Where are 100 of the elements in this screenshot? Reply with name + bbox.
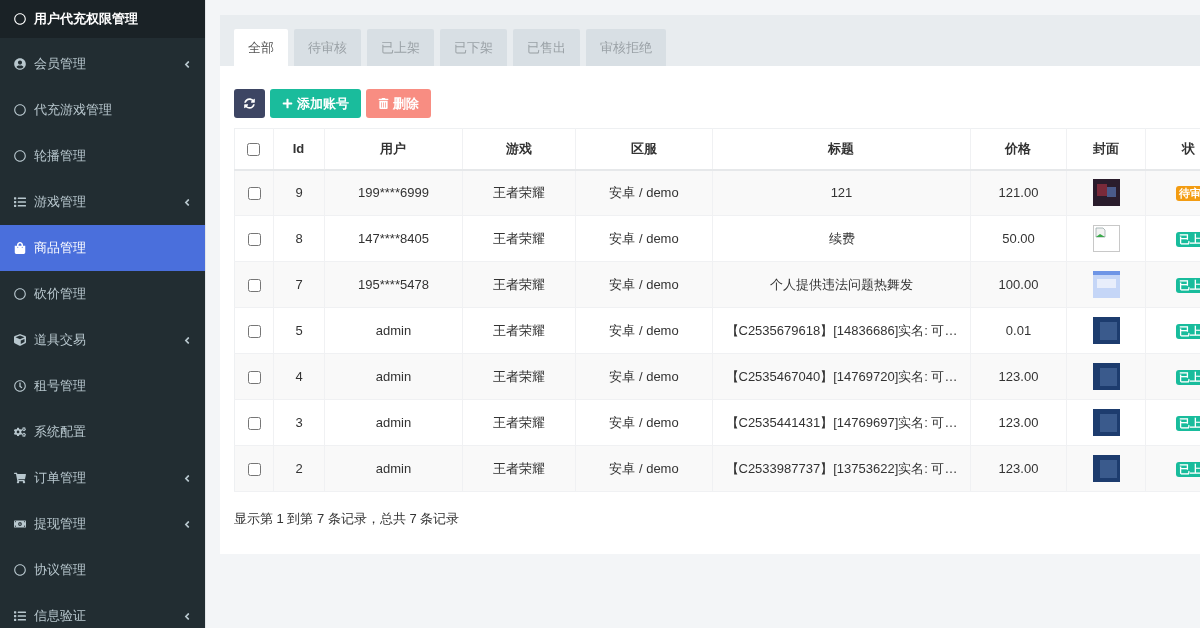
table-cell: 5 bbox=[273, 307, 325, 354]
tab[interactable]: 全部 bbox=[234, 29, 288, 66]
bag-icon bbox=[14, 242, 26, 254]
photo-placeholder bbox=[1092, 409, 1120, 436]
sidebar-item-label: 会员管理 bbox=[34, 55, 87, 73]
sidebar-item[interactable]: 道具交易 bbox=[0, 317, 205, 363]
table-cell: 123.00 bbox=[970, 445, 1067, 492]
table-cell: 王者荣耀 bbox=[462, 399, 576, 446]
table-cell: 安卓 / demo bbox=[575, 353, 713, 400]
table-cell: 199****6999 bbox=[324, 169, 463, 216]
sidebar-item-label: 信息验证 bbox=[34, 607, 87, 625]
table-cell: 安卓 / demo bbox=[575, 215, 713, 262]
table-cell: 100.00 bbox=[970, 261, 1067, 308]
refresh-button[interactable] bbox=[234, 89, 265, 118]
clock-icon bbox=[14, 380, 26, 392]
sidebar-item[interactable]: 游戏管理 bbox=[0, 179, 205, 225]
sidebar-item[interactable]: 轮播管理 bbox=[0, 133, 205, 179]
sidebar-item[interactable]: 系统配置 bbox=[0, 409, 205, 455]
column-header: 状 bbox=[1145, 128, 1200, 170]
row-checkbox[interactable] bbox=[247, 233, 261, 247]
sidebar-item[interactable]: 信息验证 bbox=[0, 593, 205, 628]
sidebar-item[interactable]: 协议管理 bbox=[0, 547, 205, 593]
sidebar-item-label: 订单管理 bbox=[34, 469, 87, 487]
sidebar-heading-label: 用户代充权限管理 bbox=[34, 10, 138, 28]
table-cell: 0.01 bbox=[970, 307, 1067, 354]
cube-icon bbox=[14, 334, 26, 346]
select-all-checkbox[interactable] bbox=[247, 143, 260, 157]
row-checkbox[interactable] bbox=[247, 417, 261, 431]
sidebar-item[interactable]: 提现管理 bbox=[0, 501, 205, 547]
row-checkbox[interactable] bbox=[247, 187, 261, 201]
table-cell: 195****5478 bbox=[324, 261, 463, 308]
table-cell: 【C2533987737】[13753622]实名: 可… bbox=[712, 445, 971, 492]
sidebar-item-label: 商品管理 bbox=[34, 239, 87, 257]
list-icon bbox=[14, 196, 26, 208]
table-cell: 7 bbox=[273, 261, 325, 308]
row-checkbox[interactable] bbox=[247, 371, 261, 385]
photo-placeholder bbox=[1092, 455, 1120, 482]
record-count-text: 显示第 1 到第 7 条记录，总共 7 条记录 bbox=[234, 510, 461, 528]
table-cell: 安卓 / demo bbox=[575, 261, 713, 308]
sidebar-item-label: 游戏管理 bbox=[34, 193, 87, 211]
sidebar-item-label: 道具交易 bbox=[34, 331, 87, 349]
table-cell: 个人提供违法问题热舞发 bbox=[712, 261, 971, 308]
sidebar-heading[interactable]: 用户代充权限管理 bbox=[0, 0, 205, 38]
table-cell: 4 bbox=[273, 353, 325, 400]
column-header: 封面 bbox=[1066, 128, 1146, 170]
ring-icon bbox=[14, 13, 26, 25]
banknote-icon bbox=[14, 518, 26, 530]
sidebar-item-label: 代充游戏管理 bbox=[34, 101, 113, 119]
cart-icon bbox=[14, 472, 26, 484]
sidebar-item-label: 租号管理 bbox=[34, 377, 87, 395]
column-header: 标题 bbox=[712, 128, 971, 170]
sidebar-item-label: 协议管理 bbox=[34, 561, 87, 579]
image-placeholder bbox=[1092, 271, 1120, 298]
gears-icon bbox=[14, 426, 26, 438]
column-header: 游戏 bbox=[462, 128, 576, 170]
sidebar-item[interactable]: 租号管理 bbox=[0, 363, 205, 409]
row-checkbox[interactable] bbox=[247, 463, 261, 477]
sidebar-item[interactable]: 代充游戏管理 bbox=[0, 87, 205, 133]
column-header: 价格 bbox=[970, 128, 1067, 170]
refresh-icon bbox=[244, 98, 255, 109]
table-cell: admin bbox=[324, 445, 463, 492]
column-header: Id bbox=[273, 128, 325, 170]
list-icon bbox=[14, 610, 26, 622]
ring-icon bbox=[14, 104, 26, 116]
ring-icon bbox=[14, 564, 26, 576]
plus-icon bbox=[282, 98, 293, 109]
table-cell: 王者荣耀 bbox=[462, 261, 576, 308]
table-cell: 8 bbox=[273, 215, 325, 262]
sidebar-item-label: 系统配置 bbox=[34, 423, 87, 441]
photo-placeholder bbox=[1092, 179, 1120, 207]
table-cell: 147****8405 bbox=[324, 215, 463, 262]
table-cell: 2 bbox=[273, 445, 325, 492]
column-header: 用户 bbox=[324, 128, 463, 170]
status-badge: 已上 bbox=[1176, 323, 1200, 339]
sidebar-item-label: 砍价管理 bbox=[34, 285, 87, 303]
table-cell: 安卓 / demo bbox=[575, 399, 713, 446]
sidebar-item[interactable]: 商品管理 bbox=[0, 225, 205, 271]
row-checkbox[interactable] bbox=[247, 279, 261, 293]
table-cell: 王者荣耀 bbox=[462, 215, 576, 262]
table-cell: 安卓 / demo bbox=[575, 445, 713, 492]
table-cell: 续费 bbox=[712, 215, 971, 262]
sidebar-item[interactable]: 订单管理 bbox=[0, 455, 205, 501]
sidebar-item[interactable]: 会员管理 bbox=[0, 41, 205, 87]
status-badge: 已上 bbox=[1176, 277, 1200, 293]
table-cell: 安卓 / demo bbox=[575, 169, 713, 216]
column-header: 区服 bbox=[575, 128, 713, 170]
table-cell: 123.00 bbox=[970, 353, 1067, 400]
table-cell: 121.00 bbox=[970, 169, 1067, 216]
sidebar-item[interactable]: 砍价管理 bbox=[0, 271, 205, 317]
table-cell: 王者荣耀 bbox=[462, 169, 576, 216]
row-checkbox[interactable] bbox=[247, 325, 261, 339]
table-cell: 123.00 bbox=[970, 399, 1067, 446]
status-badge: 已上 bbox=[1176, 369, 1200, 385]
table-cell: 121 bbox=[712, 169, 971, 216]
table-cell: admin bbox=[324, 353, 463, 400]
table-cell: 9 bbox=[273, 169, 325, 216]
table-cell: 【C2535441431】[14769697]实名: 可… bbox=[712, 399, 971, 446]
ring-icon bbox=[14, 150, 26, 162]
table-cell: 【C2535467040】[14769720]实名: 可… bbox=[712, 353, 971, 400]
photo-placeholder bbox=[1092, 317, 1120, 344]
